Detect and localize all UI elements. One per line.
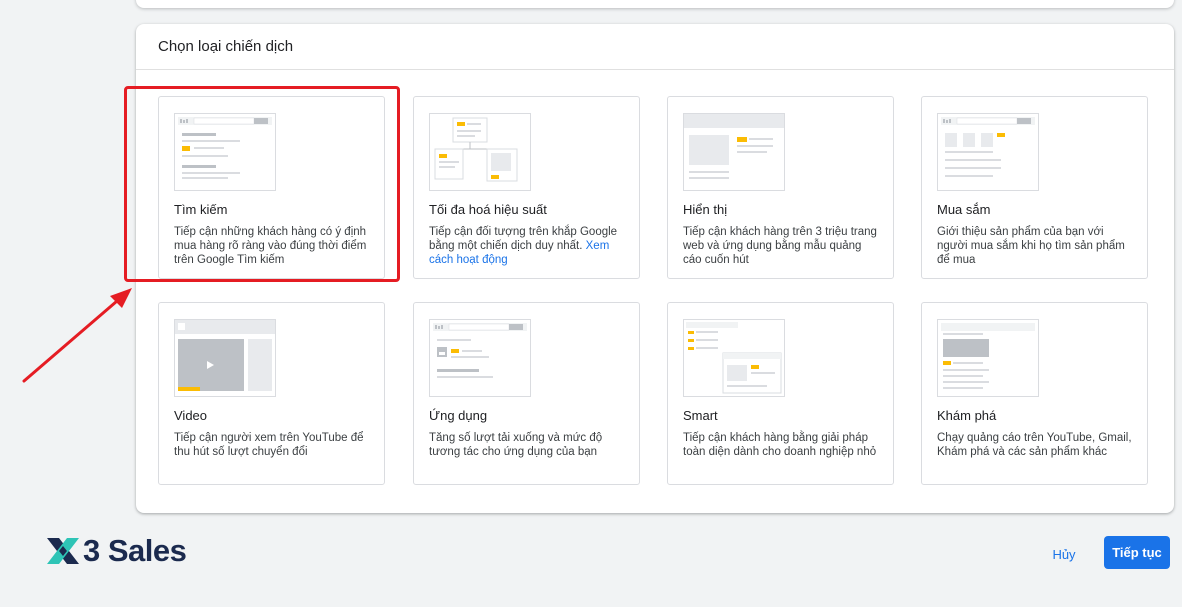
logo-text: 3 Sales (83, 533, 187, 568)
campaign-description: Tăng số lượt tải xuống và mức độ tương t… (429, 432, 603, 458)
campaign-title: Hiển thị (683, 202, 728, 217)
campaign-title: Tối đa hoá hiệu suất (429, 202, 547, 217)
shopping-ads-illustration (937, 113, 1039, 191)
campaign-tile-video[interactable]: Video Tiếp cận người xem trên YouTube để… (158, 302, 385, 485)
campaign-description: Tiếp cận khách hàng trên 3 triệu trang w… (683, 226, 877, 266)
cancel-button[interactable]: Hủy (1040, 539, 1088, 569)
campaign-description: Tiếp cận đối tượng trên khắp Google bằng… (429, 225, 629, 267)
previous-section-card (136, 0, 1174, 8)
campaign-title: Tìm kiếm (174, 202, 228, 217)
campaign-description: Tiếp cận những khách hàng có ý định mua … (174, 226, 367, 266)
search-ads-illustration (174, 113, 276, 191)
smart-ads-illustration (683, 319, 785, 397)
video-ads-illustration (174, 319, 276, 397)
campaign-description: Chạy quảng cáo trên YouTube, Gmail, Khám… (937, 432, 1132, 458)
campaign-tile-search[interactable]: Tìm kiếm Tiếp cận những khách hàng có ý … (158, 96, 385, 279)
x-logo-icon (47, 538, 79, 564)
x3-sales-logo: 3 Sales (45, 531, 187, 571)
campaign-tile-smart[interactable]: Smart Tiếp cận khách hàng bằng giải pháp… (667, 302, 894, 485)
campaign-title: Ứng dụng (429, 408, 488, 423)
discovery-ads-illustration (937, 319, 1039, 397)
campaign-title: Smart (683, 408, 718, 423)
campaign-tile-performance-max[interactable]: Tối đa hoá hiệu suất Tiếp cận đối tượng … (413, 96, 640, 279)
campaign-description: Tiếp cận người xem trên YouTube để thu h… (174, 432, 364, 458)
panel-title: Chọn loại chiến dịch (136, 24, 1174, 70)
campaign-tile-app[interactable]: Ứng dụng Tăng số lượt tải xuống và mức đ… (413, 302, 640, 485)
campaign-title: Khám phá (937, 408, 997, 423)
campaign-description: Tiếp cận khách hàng bằng giải pháp toàn … (683, 432, 877, 458)
campaign-title: Mua sắm (937, 202, 991, 217)
campaign-description: Giới thiệu sản phẩm của bạn với người mu… (937, 226, 1125, 266)
campaign-tile-shopping[interactable]: Mua sắm Giới thiệu sản phẩm của bạn với … (921, 96, 1148, 279)
continue-button[interactable]: Tiếp tục (1104, 536, 1170, 569)
performance-max-illustration (429, 113, 531, 191)
campaign-title: Video (174, 408, 208, 423)
app-ads-illustration (429, 319, 531, 397)
campaign-type-panel: Chọn loại chiến dịch Tìm kiếm Tiếp cận n… (136, 24, 1174, 513)
display-ads-illustration (683, 113, 785, 191)
campaign-tile-display[interactable]: Hiển thị Tiếp cận khách hàng trên 3 triệ… (667, 96, 894, 279)
campaign-tile-discovery[interactable]: Khám phá Chạy quảng cáo trên YouTube, Gm… (921, 302, 1148, 485)
